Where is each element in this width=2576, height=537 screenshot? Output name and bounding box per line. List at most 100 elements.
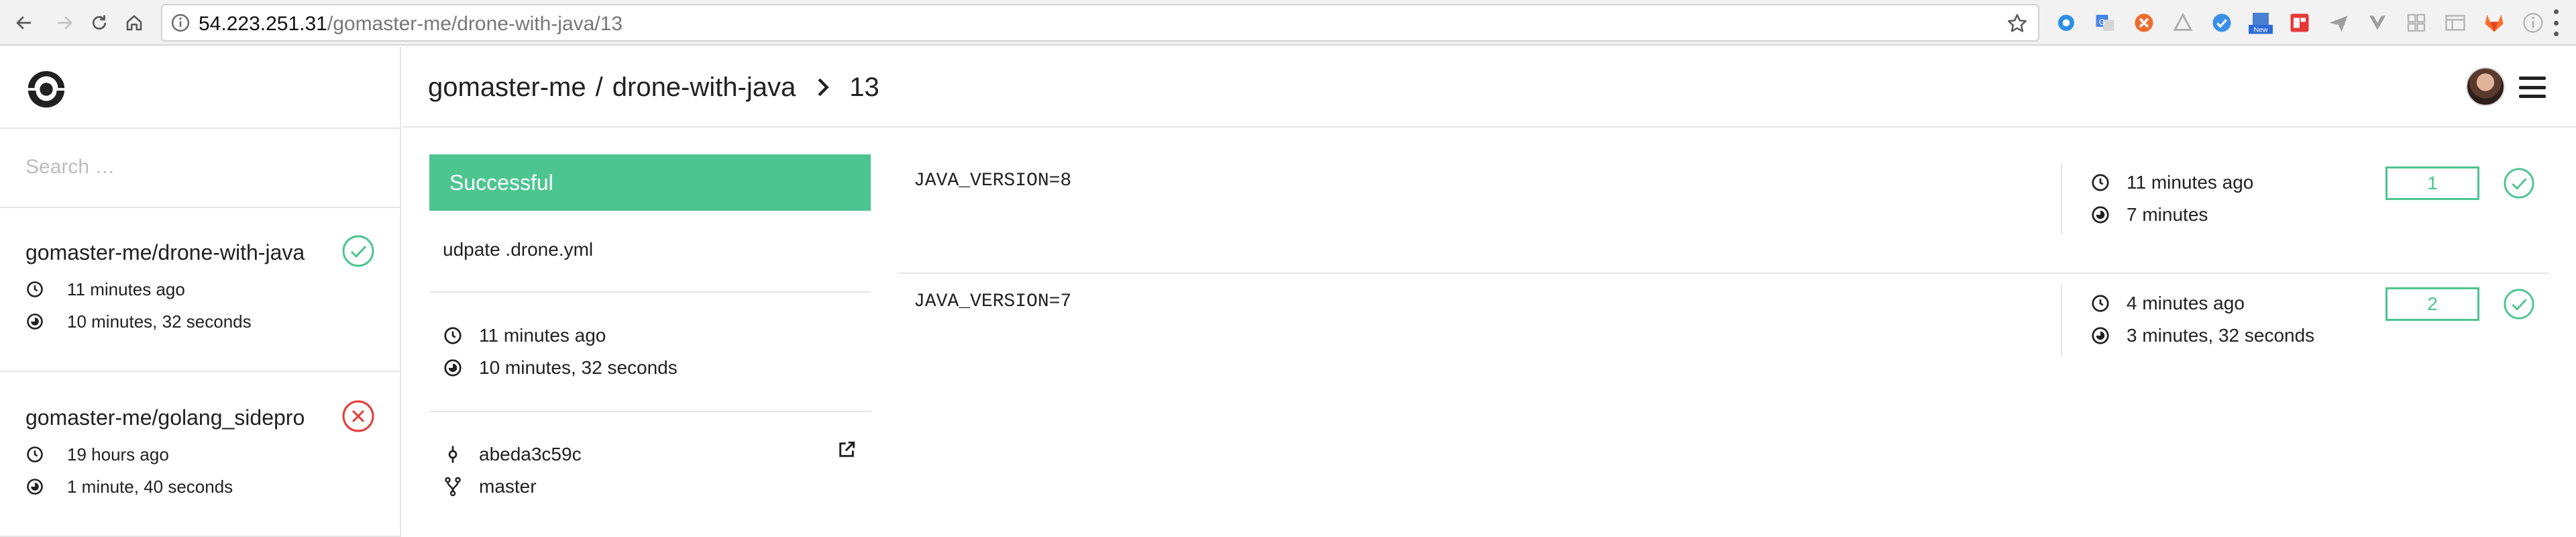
timelapse-icon [2092,327,2109,344]
url-path: /gomaster-me/drone-with-java/13 [327,13,623,35]
clock-icon [27,446,43,462]
forward-button[interactable] [50,8,79,38]
build-started-row: 11 minutes ago [443,321,606,350]
commit-message: udpate .drone.yml [443,239,594,260]
repo-duration-text: 1 minute, 40 seconds [67,476,233,497]
branch-row: master [443,472,537,501]
matrix-started-text: 4 minutes ago [2127,293,2245,313]
repo-item-golang-sidepro[interactable]: gomaster-me/golang_sidepro 19 hours ago … [0,373,401,537]
failure-x-icon [342,400,374,432]
url-host: 54.223.251.31 [199,13,327,35]
matrix-duration-text: 7 minutes [2127,204,2208,225]
commit-icon [448,446,458,463]
divider [429,411,871,412]
reload-icon [92,15,107,30]
search-box [0,128,401,208]
ext-orange-circle-icon[interactable] [2129,8,2159,38]
drone-logo-icon[interactable] [25,68,67,110]
repo-name: gomaster-me/golang_sidepro [25,405,305,430]
info-icon[interactable] [170,13,191,33]
ext-pdf-icon[interactable] [2285,8,2314,38]
repo-name: gomaster-me/drone-with-java [25,240,305,264]
build-status-bar: Successful [429,154,871,211]
commit-sha[interactable]: abeda3c59c [479,444,582,465]
clock-icon [2092,174,2109,191]
home-icon [126,15,142,31]
repo-duration-row: 10 minutes, 32 seconds [25,308,252,335]
url-text[interactable]: 54.223.251.31/gomaster-me/drone-with-jav… [199,13,623,35]
breadcrumb-owner[interactable]: gomaster-me [428,71,586,103]
branch-name: master [479,476,537,497]
menu-button[interactable] [2519,77,2546,98]
divider [2061,285,2062,356]
commit-sha-row: abeda3c59c [443,440,582,469]
browser-chrome: 54.223.251.31/gomaster-me/drone-with-jav… [0,0,2576,46]
timelapse-icon [27,479,43,495]
build-started-text: 11 minutes ago [479,325,606,346]
branch-icon [445,477,461,497]
ext-circle-icon[interactable] [2051,8,2081,38]
matrix-row[interactable]: JAVA_VERSION=7 4 minutes ago 3 minutes, … [898,275,2549,395]
success-check-icon [2504,168,2534,199]
repo-duration-row: 1 minute, 40 seconds [25,473,233,500]
breadcrumb-repo[interactable]: drone-with-java [612,71,796,103]
timelapse-icon [2092,206,2109,224]
matrix-row[interactable]: JAVA_VERSION=8 11 minutes ago 7 minutes … [898,154,2549,274]
svg-text:G: G [2099,17,2105,27]
ext-plane-icon[interactable] [2324,8,2353,38]
repo-started-row: 11 minutes ago [25,276,185,303]
sidebar: gomaster-me/drone-with-java 11 minutes a… [0,47,401,537]
page-header: gomaster-me / drone-with-java 13 [402,47,2576,128]
search-input[interactable] [25,150,374,184]
new-badge-label: New [2253,26,2267,34]
breadcrumb-build-number: 13 [849,72,879,102]
ext-translate-icon[interactable]: G [2090,8,2120,38]
address-bar[interactable]: 54.223.251.31/gomaster-me/drone-with-jav… [161,4,2039,42]
clock-icon [27,281,43,297]
build-duration-row: 10 minutes, 32 seconds [443,353,678,383]
ext-new-badge-icon[interactable]: New [2246,8,2275,38]
ext-info-circle-icon[interactable] [2518,8,2548,38]
home-button[interactable] [119,8,149,38]
success-check-icon [342,235,374,267]
matrix-env: JAVA_VERSION=8 [914,170,1072,191]
success-check-icon [2504,289,2534,320]
repo-started-row: 19 hours ago [25,441,169,468]
repo-started-text: 11 minutes ago [67,279,185,299]
extensions-toolbar: G New [2051,8,2557,38]
arrow-left-icon [16,16,31,30]
ext-triangle-icon[interactable] [2168,8,2198,38]
matrix-started-text: 11 minutes ago [2127,172,2254,193]
repo-duration-text: 10 minutes, 32 seconds [67,311,252,332]
ext-window-icon[interactable] [2440,8,2470,38]
matrix-duration-text: 3 minutes, 32 seconds [2127,325,2315,346]
clock-icon [2092,295,2109,312]
back-button[interactable] [9,8,39,38]
open-external-icon[interactable] [836,439,857,460]
breadcrumb-separator: / [595,72,603,102]
matrix-env: JAVA_VERSION=7 [914,291,1072,312]
matrix-duration-row: 3 minutes, 32 seconds [2090,321,2314,350]
ext-v-icon[interactable] [2363,8,2392,38]
arrow-right-icon [58,16,72,30]
ext-check-circle-icon[interactable] [2207,8,2237,38]
ext-grid-icon[interactable] [2402,8,2431,38]
avatar[interactable] [2466,67,2505,106]
matrix-job-number[interactable]: 2 [2385,287,2479,321]
ext-gitlab-icon[interactable] [2479,8,2509,38]
build-duration-text: 10 minutes, 32 seconds [479,357,678,378]
matrix-job-number[interactable]: 1 [2385,166,2479,200]
repo-item-drone-with-java[interactable]: gomaster-me/drone-with-java 11 minutes a… [0,208,401,372]
clock-icon [444,327,462,344]
matrix-started-row: 11 minutes ago [2090,168,2253,197]
chevron-right-icon [818,78,829,97]
repo-started-text: 19 hours ago [67,444,169,465]
divider [2061,164,2062,235]
matrix-started-row: 4 minutes ago [2090,289,2245,318]
timelapse-icon [27,313,43,330]
divider [429,291,871,293]
bookmark-star-icon[interactable] [2006,12,2029,35]
reload-button[interactable] [85,8,114,38]
browser-menu-button[interactable] [2551,9,2561,36]
timelapse-icon [444,359,462,377]
